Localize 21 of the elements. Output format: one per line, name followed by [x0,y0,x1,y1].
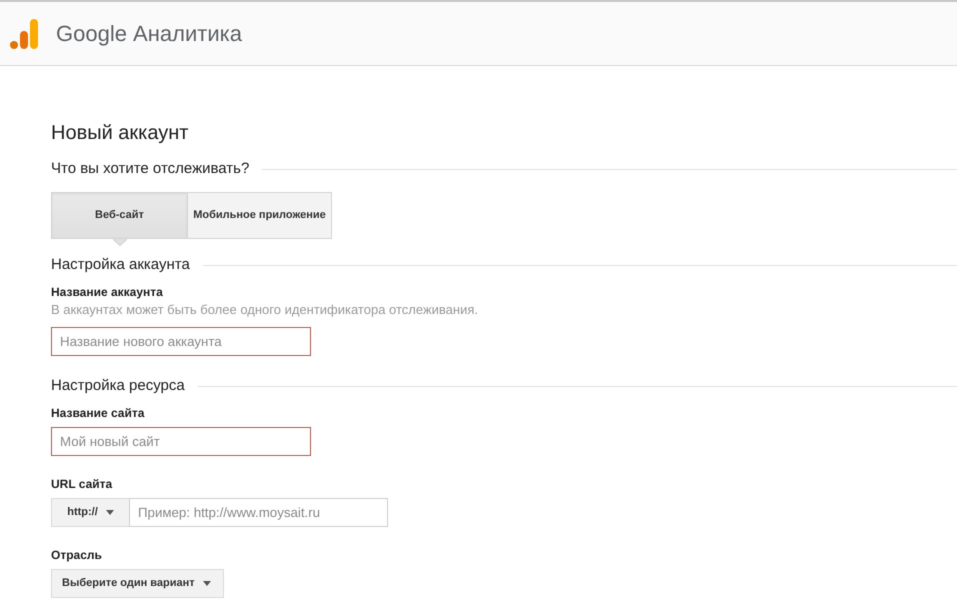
protocol-dropdown[interactable]: http:// [51,498,129,527]
selection-pointer-icon [112,239,126,246]
tracking-option-tab[interactable]: Мобильное приложение [188,192,332,239]
text-input-field[interactable]: Название нового аккаунта [51,327,311,356]
field-label: Отрасль [51,547,102,563]
analytics-logo-icon [10,18,38,48]
field-label: URL сайта [51,476,112,492]
caret-icon [106,510,114,515]
section-heading: Что вы хотите отслеживать? [51,159,250,179]
section-heading: Настройка ресурса [51,376,185,396]
field-hint: В аккаунтах может быть более одного идентификатора отслеживания. [51,302,478,318]
industry-dropdown[interactable]: Выберите один вариант [51,569,224,598]
caret-icon [202,581,211,586]
field-label: Название аккаунта [51,284,163,300]
text-input-field[interactable]: Мой новый сайт [51,427,311,456]
tracking-option-tab[interactable]: Веб-сайт [51,192,188,239]
url-input-field[interactable]: Пример: http://www.moysait.ru [129,498,388,527]
section-heading: Настройка аккаунта [51,255,190,275]
field-label: Название сайта [51,405,144,421]
product-title: Google Аналитика [56,20,242,48]
page-title: Новый аккаунт [51,121,188,145]
